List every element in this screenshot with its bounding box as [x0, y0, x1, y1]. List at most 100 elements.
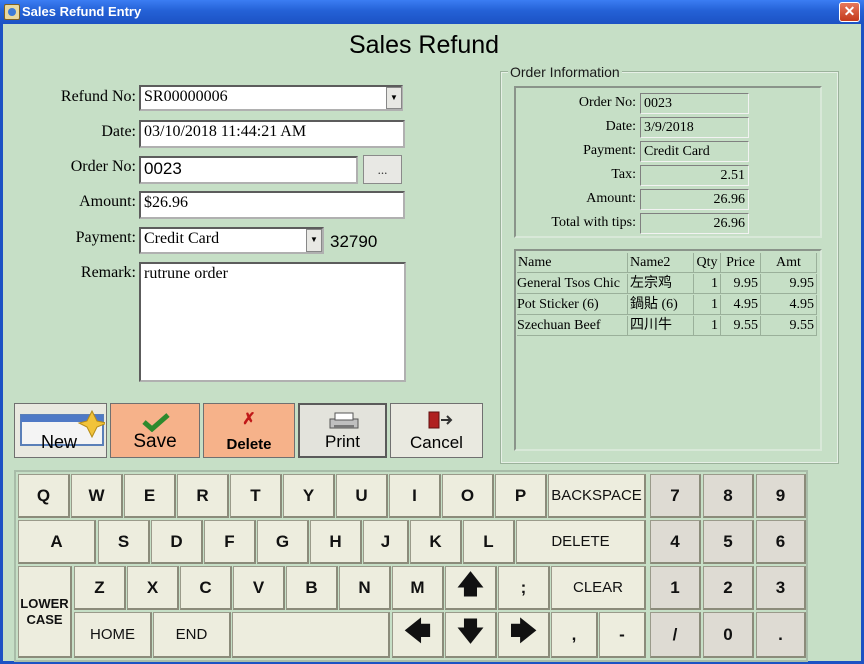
key-down-arrow[interactable]: 🡇 — [445, 612, 497, 658]
date-label: Date: — [101, 123, 136, 140]
item-price: 4.95 — [721, 295, 761, 315]
column-header-name2[interactable]: Name2 — [628, 253, 694, 273]
key-d[interactable]: D — [151, 520, 203, 564]
item-qty: 1 — [694, 316, 721, 336]
key-x[interactable]: X — [127, 566, 179, 610]
key-e[interactable]: E — [124, 474, 176, 518]
key-k[interactable]: K — [410, 520, 462, 564]
key-j[interactable]: J — [363, 520, 409, 564]
key-w[interactable]: W — [71, 474, 123, 518]
info-tax-value: 2.51 — [640, 165, 749, 186]
key-b[interactable]: B — [286, 566, 338, 610]
refund-no-combo[interactable]: SR00000006 — [139, 85, 403, 111]
close-button[interactable]: ✕ — [839, 2, 860, 22]
key-lower-case[interactable]: LOWER CASE — [18, 566, 72, 658]
key-period[interactable]: . — [756, 612, 806, 658]
key-6[interactable]: 6 — [756, 520, 806, 564]
key-y[interactable]: Y — [283, 474, 335, 518]
key-semicolon[interactable]: ; — [498, 566, 550, 610]
item-amt: 4.95 — [761, 295, 817, 315]
info-amount-label: Amount: — [586, 191, 636, 206]
key-up-arrow[interactable]: 🡅 — [445, 566, 497, 610]
key-p[interactable]: P — [495, 474, 547, 518]
item-price: 9.95 — [721, 274, 761, 294]
key-slash[interactable]: / — [650, 612, 701, 658]
info-order-no-value: 0023 — [640, 93, 749, 114]
info-total-value: 26.96 — [640, 213, 749, 234]
order-no-label: Order No: — [70, 158, 136, 175]
info-payment-value: Credit Card — [640, 141, 749, 162]
key-comma[interactable]: , — [551, 612, 598, 658]
item-amt: 9.95 — [761, 274, 817, 294]
item-name2: 四川牛 — [628, 316, 694, 336]
key-space[interactable] — [232, 612, 390, 658]
key-left-arrow[interactable]: 🡄 — [392, 612, 444, 658]
item-name2: 鍋貼 (6) — [628, 295, 694, 315]
key-u[interactable]: U — [336, 474, 388, 518]
window-title: Sales Refund Entry — [22, 4, 142, 19]
key-0[interactable]: 0 — [703, 612, 754, 658]
print-button[interactable]: Print — [298, 403, 387, 458]
column-header-price[interactable]: Price — [721, 253, 761, 273]
order-lookup-button[interactable]: ... — [363, 155, 402, 184]
key-s[interactable]: S — [98, 520, 150, 564]
refund-no-dropdown-button[interactable]: ▼ — [386, 87, 402, 109]
new-button[interactable]: New — [14, 403, 107, 458]
key-clear[interactable]: CLEAR — [551, 566, 646, 610]
key-8[interactable]: 8 — [703, 474, 754, 518]
key-end[interactable]: END — [153, 612, 231, 658]
key-t[interactable]: T — [230, 474, 282, 518]
key-v[interactable]: V — [233, 566, 285, 610]
column-header-qty[interactable]: Qty — [694, 253, 721, 273]
payment-combo[interactable]: Credit Card — [139, 227, 324, 254]
payment-dropdown-button[interactable]: ▼ — [306, 229, 322, 252]
date-field[interactable]: 03/10/2018 11:44:21 AM — [139, 120, 405, 148]
info-order-no-label: Order No: — [578, 95, 636, 110]
item-amt: 9.55 — [761, 316, 817, 336]
cancel-button[interactable]: Cancel — [390, 403, 483, 458]
delete-x-icon: ✗ — [242, 411, 256, 428]
remark-value: rutrune order — [144, 265, 228, 282]
item-name: General Tsos Chic — [517, 274, 628, 294]
key-4[interactable]: 4 — [650, 520, 701, 564]
column-header-amt[interactable]: Amt — [761, 253, 817, 273]
key-1[interactable]: 1 — [650, 566, 701, 610]
key-c[interactable]: C — [180, 566, 232, 610]
save-button[interactable]: Save — [110, 403, 200, 458]
column-header-name[interactable]: Name — [517, 253, 628, 273]
key-l[interactable]: L — [463, 520, 515, 564]
key-i[interactable]: I — [389, 474, 441, 518]
delete-button[interactable]: ✗ Delete — [203, 403, 295, 458]
key-n[interactable]: N — [339, 566, 391, 610]
order-no-field[interactable]: 0023 — [139, 156, 358, 184]
key-m[interactable]: M — [392, 566, 444, 610]
key-2[interactable]: 2 — [703, 566, 754, 610]
app-icon — [4, 4, 20, 20]
key-z[interactable]: Z — [74, 566, 126, 610]
key-delete[interactable]: DELETE — [516, 520, 646, 564]
item-qty: 1 — [694, 295, 721, 315]
item-name2: 左宗鸡 — [628, 274, 694, 294]
key-f[interactable]: F — [204, 520, 256, 564]
key-9[interactable]: 9 — [756, 474, 806, 518]
amount-field[interactable]: $26.96 — [139, 191, 405, 219]
save-button-label: Save — [133, 431, 177, 452]
key-h[interactable]: H — [310, 520, 362, 564]
order-information-title: Order Information — [508, 64, 622, 80]
key-g[interactable]: G — [257, 520, 309, 564]
key-q[interactable]: Q — [18, 474, 70, 518]
key-dash[interactable]: - — [599, 612, 646, 658]
key-a[interactable]: A — [18, 520, 96, 564]
key-7[interactable]: 7 — [650, 474, 701, 518]
cancel-button-label: Cancel — [410, 433, 463, 452]
key-right-arrow[interactable]: 🡆 — [498, 612, 550, 658]
key-r[interactable]: R — [177, 474, 229, 518]
key-home[interactable]: HOME — [74, 612, 152, 658]
key-lower-case-line2: CASE — [26, 611, 63, 627]
remark-textarea[interactable]: rutrune order — [139, 262, 406, 382]
key-o[interactable]: O — [442, 474, 494, 518]
arrow-up-icon: 🡅 — [457, 568, 484, 599]
key-3[interactable]: 3 — [756, 566, 806, 610]
key-5[interactable]: 5 — [703, 520, 754, 564]
key-backspace[interactable]: BACKSPACE — [548, 474, 646, 518]
